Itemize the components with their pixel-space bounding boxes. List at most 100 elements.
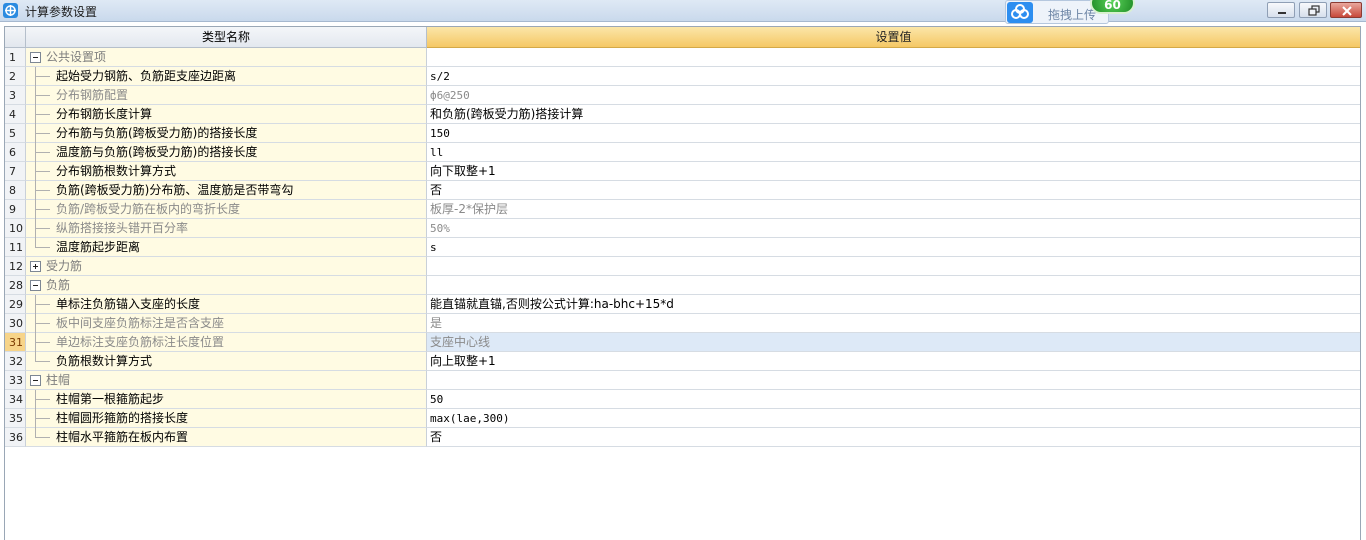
type-name-cell[interactable]: 分布筋与负筋(跨板受力筋)的搭接长度 — [26, 124, 427, 143]
close-button[interactable] — [1330, 2, 1362, 18]
type-name-cell[interactable]: 柱帽 — [26, 371, 427, 390]
type-name-cell[interactable]: 受力筋 — [26, 257, 427, 276]
setting-value-cell[interactable]: 50% — [427, 219, 1360, 238]
setting-value-cell[interactable]: 和负筋(跨板受力筋)搭接计算 — [427, 105, 1360, 124]
setting-value-cell[interactable]: 向上取整+1 — [427, 352, 1360, 371]
type-name-cell[interactable]: 分布钢筋根数计算方式 — [26, 162, 427, 181]
type-name-cell[interactable]: 单标注负筋锚入支座的长度 — [26, 295, 427, 314]
collapse-icon[interactable] — [30, 375, 41, 386]
group-row[interactable]: 1 公共设置项 — [5, 48, 1360, 67]
setting-value-cell[interactable]: 板厚-2*保护层 — [427, 200, 1360, 219]
type-name-cell[interactable]: 分布钢筋长度计算 — [26, 105, 427, 124]
table-row[interactable]: 2 起始受力钢筋、负筋距支座边距离 s/2 — [5, 67, 1360, 86]
setting-value-cell[interactable]: 否 — [427, 181, 1360, 200]
setting-value-cell[interactable]: 支座中心线 — [427, 333, 1360, 352]
minimize-button[interactable] — [1267, 2, 1295, 18]
setting-value-cell[interactable]: 是 — [427, 314, 1360, 333]
type-name-cell[interactable]: 单边标注支座负筋标注长度位置 — [26, 333, 427, 352]
tree-branch — [35, 76, 50, 77]
type-name-cell[interactable]: 负筋(跨板受力筋)分布筋、温度筋是否带弯勾 — [26, 181, 427, 200]
type-name-cell[interactable]: 柱帽第一根箍筋起步 — [26, 390, 427, 409]
table-row[interactable]: 4 分布钢筋长度计算 和负筋(跨板受力筋)搭接计算 — [5, 105, 1360, 124]
type-name-cell[interactable]: 柱帽圆形箍筋的搭接长度 — [26, 409, 427, 428]
type-name-cell[interactable]: 起始受力钢筋、负筋距支座边距离 — [26, 67, 427, 86]
type-name-cell[interactable]: 柱帽水平箍筋在板内布置 — [26, 428, 427, 447]
type-name-cell[interactable]: 分布钢筋配置 — [26, 86, 427, 105]
table-row[interactable]: 30 板中间支座负筋标注是否含支座 是 — [5, 314, 1360, 333]
settings-grid: 类型名称 设置值 1 公共设置项 2 起始受力钢筋、负筋距支座边距离 s/2 3 分布钢筋配… — [4, 26, 1361, 540]
setting-value-cell[interactable]: ф6@250 — [427, 86, 1360, 105]
grid-header: 类型名称 设置值 — [5, 27, 1360, 48]
type-name-cell[interactable]: 负筋 — [26, 276, 427, 295]
setting-value-cell — [427, 276, 1360, 295]
setting-value-cell[interactable]: 向下取整+1 — [427, 162, 1360, 181]
row-number: 5 — [5, 124, 26, 143]
setting-label: 分布钢筋长度计算 — [56, 107, 153, 121]
type-name-cell[interactable]: 纵筋搭接接头错开百分率 — [26, 219, 427, 238]
row-number: 1 — [5, 48, 26, 67]
table-row[interactable]: 10 纵筋搭接接头错开百分率 50% — [5, 219, 1360, 238]
setting-label: 分布筋与负筋(跨板受力筋)的搭接长度 — [56, 126, 258, 140]
type-name-cell[interactable]: 温度筋与负筋(跨板受力筋)的搭接长度 — [26, 143, 427, 162]
setting-value-cell[interactable]: 能直锚就直锚,否则按公式计算:ha-bhc+15*d — [427, 295, 1360, 314]
table-row[interactable]: 7 分布钢筋根数计算方式 向下取整+1 — [5, 162, 1360, 181]
table-row[interactable]: 8 负筋(跨板受力筋)分布筋、温度筋是否带弯勾 否 — [5, 181, 1360, 200]
setting-value-cell — [427, 48, 1360, 67]
setting-value-cell[interactable]: s — [427, 238, 1360, 257]
setting-value-cell[interactable]: 150 — [427, 124, 1360, 143]
type-name-cell[interactable]: 公共设置项 — [26, 48, 427, 67]
type-name-cell[interactable]: 温度筋起步距离 — [26, 238, 427, 257]
header-row-number — [5, 27, 26, 48]
tree-branch — [35, 114, 50, 115]
table-row[interactable]: 6 温度筋与负筋(跨板受力筋)的搭接长度 ll — [5, 143, 1360, 162]
setting-value-cell[interactable]: 否 — [427, 428, 1360, 447]
table-row[interactable]: 11 温度筋起步距离 s — [5, 238, 1360, 257]
tree-branch — [35, 437, 50, 438]
collapse-icon[interactable] — [30, 280, 41, 291]
tree-branch — [35, 171, 50, 172]
row-number: 32 — [5, 352, 26, 371]
group-label: 柱帽 — [46, 373, 71, 387]
table-row[interactable]: 5 分布筋与负筋(跨板受力筋)的搭接长度 150 — [5, 124, 1360, 143]
setting-label: 分布钢筋根数计算方式 — [56, 164, 177, 178]
setting-value-cell[interactable]: s/2 — [427, 67, 1360, 86]
setting-value-cell[interactable]: ll — [427, 143, 1360, 162]
table-row[interactable]: 36 柱帽水平箍筋在板内布置 否 — [5, 428, 1360, 447]
tree-branch — [35, 95, 50, 96]
table-row[interactable]: 29 单标注负筋锚入支座的长度 能直锚就直锚,否则按公式计算:ha-bhc+15*d — [5, 295, 1360, 314]
setting-value-cell[interactable]: 50 — [427, 390, 1360, 409]
type-name-cell[interactable]: 板中间支座负筋标注是否含支座 — [26, 314, 427, 333]
header-type-name[interactable]: 类型名称 — [26, 27, 427, 48]
tree-branch — [35, 418, 50, 419]
setting-label: 柱帽水平箍筋在板内布置 — [56, 430, 189, 444]
header-setting-value[interactable]: 设置值 — [427, 27, 1360, 48]
table-row[interactable]: 32 负筋根数计算方式 向上取整+1 — [5, 352, 1360, 371]
expand-icon[interactable] — [30, 261, 41, 272]
type-name-cell[interactable]: 负筋根数计算方式 — [26, 352, 427, 371]
table-row[interactable]: 31 单边标注支座负筋标注长度位置 支座中心线 — [5, 333, 1360, 352]
tree-branch — [35, 342, 50, 343]
setting-value-cell[interactable]: max(lae,300) — [427, 409, 1360, 428]
cloud-upload-icon — [1007, 2, 1033, 23]
group-label: 负筋 — [46, 278, 71, 292]
tree-branch — [35, 228, 50, 229]
row-number: 30 — [5, 314, 26, 333]
group-row[interactable]: 33 柱帽 — [5, 371, 1360, 390]
table-row[interactable]: 34 柱帽第一根箍筋起步 50 — [5, 390, 1360, 409]
collapse-icon[interactable] — [30, 52, 41, 63]
setting-label: 分布钢筋配置 — [56, 88, 129, 102]
setting-value-cell — [427, 257, 1360, 276]
setting-label: 起始受力钢筋、负筋距支座边距离 — [56, 69, 237, 83]
setting-label: 负筋/跨板受力筋在板内的弯折长度 — [56, 202, 241, 216]
table-row[interactable]: 35 柱帽圆形箍筋的搭接长度 max(lae,300) — [5, 409, 1360, 428]
group-row[interactable]: 28 负筋 — [5, 276, 1360, 295]
restore-button[interactable] — [1299, 2, 1327, 18]
type-name-cell[interactable]: 负筋/跨板受力筋在板内的弯折长度 — [26, 200, 427, 219]
title-bar: 计算参数设置 — [0, 0, 1366, 22]
close-icon — [1342, 6, 1352, 16]
table-row[interactable]: 3 分布钢筋配置 ф6@250 — [5, 86, 1360, 105]
row-number: 6 — [5, 143, 26, 162]
table-row[interactable]: 9 负筋/跨板受力筋在板内的弯折长度 板厚-2*保护层 — [5, 200, 1360, 219]
setting-label: 单边标注支座负筋标注长度位置 — [56, 335, 225, 349]
group-row[interactable]: 12 受力筋 — [5, 257, 1360, 276]
